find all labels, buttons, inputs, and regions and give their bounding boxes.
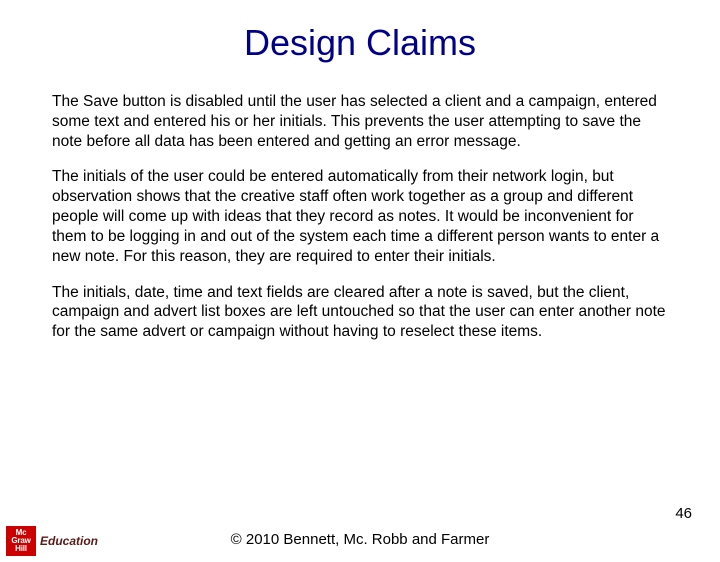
- mcgraw-hill-logo-icon: Mc Graw Hill: [6, 526, 36, 556]
- paragraph: The initials, date, time and text fields…: [52, 283, 668, 342]
- paragraph: The initials of the user could be entere…: [52, 167, 668, 266]
- slide-title: Design Claims: [0, 22, 720, 64]
- logo-text: Education: [40, 534, 98, 548]
- page-number: 46: [675, 505, 692, 522]
- publisher-logo: Mc Graw Hill Education: [6, 526, 98, 556]
- slide: Design Claims The Save button is disable…: [0, 22, 720, 562]
- paragraph: The Save button is disabled until the us…: [52, 92, 668, 151]
- body-text: The Save button is disabled until the us…: [0, 92, 720, 342]
- logo-line: Graw: [11, 537, 30, 545]
- logo-line: Hill: [15, 545, 27, 553]
